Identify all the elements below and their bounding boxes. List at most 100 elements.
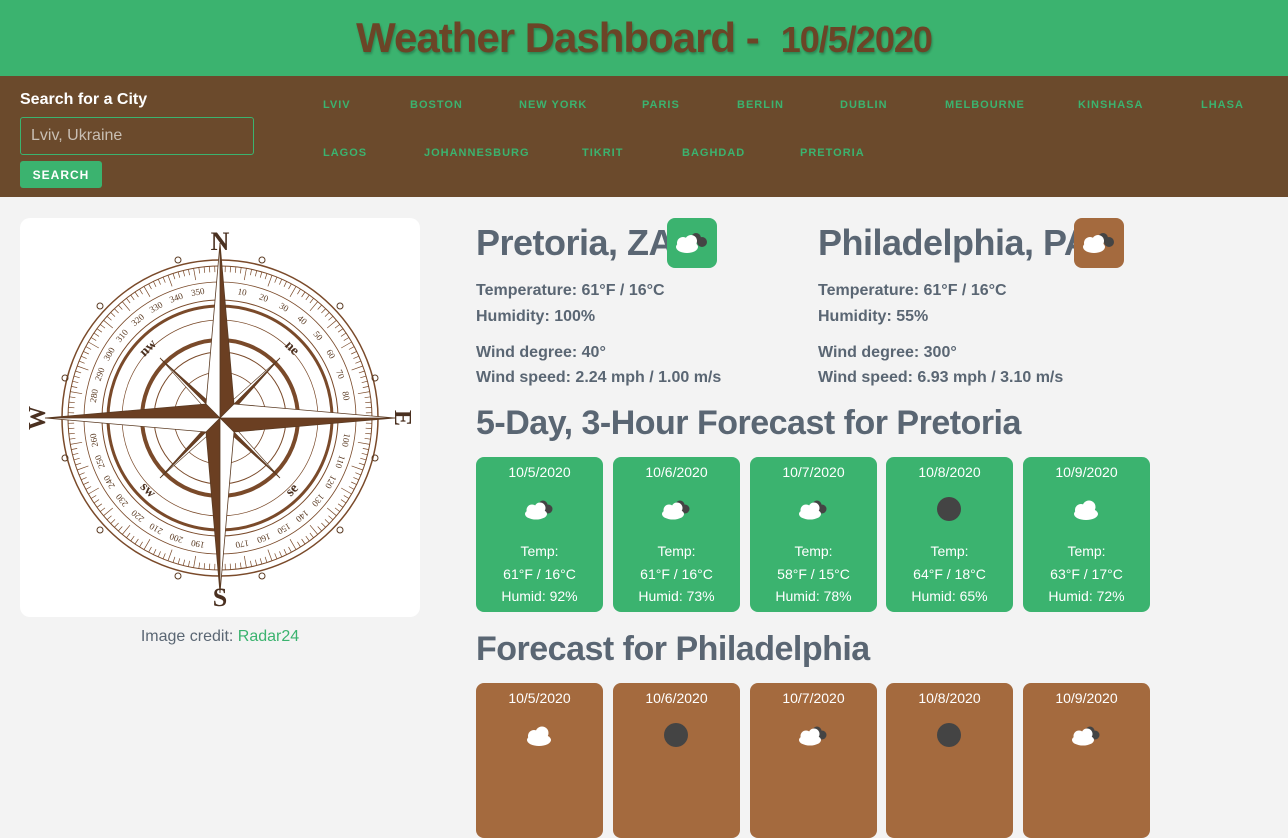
compass-tick [107,316,112,320]
compass-tick [338,504,343,508]
dark-circle-icon [929,495,969,525]
compass-tick [297,542,300,547]
compass-tick [360,376,366,378]
compass-tick [144,539,150,549]
forecast-card-philadelphia-1: 10/5/2020 [476,683,603,838]
compass-tick [250,269,251,275]
forecast-card-pretoria-4: 10/8/2020 Temp: 64°F / 18°C Humid: 65% [886,457,1013,612]
compass-tick [75,371,81,373]
cloudy-icon [1074,218,1124,268]
forecast-temp: 63°F / 17°C [1023,566,1150,582]
search-nav-bar: Search for a City SEARCH LVIV BOSTON NEW… [0,76,1288,197]
compass-tick [199,563,200,569]
forecast-date: 10/8/2020 [886,690,1013,706]
image-credit-prefix: Image credit: [141,628,233,645]
compass-tick [302,292,305,297]
compass-tick [70,397,76,398]
compass-tick [71,448,77,449]
city-link-baghdad[interactable]: BAGHDAD [682,147,745,159]
city-link-johannesburg[interactable]: JOHANNESBURG [424,147,530,159]
compass-tick [178,558,180,564]
forecast-date: 10/6/2020 [613,464,740,480]
forecast-temp: 61°F / 16°C [476,566,603,582]
compass-tick [188,561,189,567]
city-link-dublin[interactable]: DUBLIN [840,99,888,111]
city-link-lviv[interactable]: LVIV [323,99,351,111]
compass-tick [302,539,305,544]
cloudy-icon [793,495,833,525]
compass-tick [94,333,99,336]
city-link-lagos[interactable]: LAGOS [323,147,367,159]
city-link-new-york[interactable]: NEW YORK [519,99,587,111]
compass-tick [265,273,267,279]
compass-tick [358,442,370,444]
compass-tick [97,504,102,508]
compass-tick [341,333,346,336]
compass-tick [341,500,346,503]
compass-tick [122,525,130,534]
current-wind-degree-pretoria: Wind degree: 40° [476,344,606,362]
compass-tick [74,458,80,460]
city-link-pretoria[interactable]: PRETORIA [800,147,865,159]
compass-tick [255,271,256,277]
city-link-melbourne[interactable]: MELBOURNE [945,99,1025,111]
forecast-card-pretoria-2: 10/6/2020 Temp: 61°F / 16°C Humid: 73% [613,457,740,612]
compass-degree-label: 250 [93,453,107,470]
compass-tick [240,563,241,569]
forecast-date: 10/9/2020 [1023,690,1150,706]
compass-tick [91,495,96,498]
forecast-date: 10/6/2020 [613,690,740,706]
compass-tick [349,347,354,350]
compass-tick [77,466,88,470]
compass-degree-label: 40 [296,313,310,327]
compass-tick [365,433,371,434]
compass-tick [344,338,349,341]
compass-tick [265,557,267,563]
forecast-card-philadelphia-5: 10/9/2020 [1023,683,1150,838]
compass-tick [360,458,366,460]
compass-tick [352,466,363,470]
compass-tick [310,525,318,534]
compass-degree-label: 10 [237,286,248,297]
compass-tick [335,324,340,328]
compass-tick [255,560,256,566]
compass-tick [240,268,241,274]
compass-tick [363,386,369,387]
compass-tick [88,342,98,348]
city-link-paris[interactable]: PARIS [642,99,680,111]
city-link-lhasa[interactable]: LHASA [1201,99,1244,111]
current-temperature-pretoria: Temperature: 61°F / 16°C [476,282,665,300]
image-credit-link[interactable]: Radar24 [238,628,299,645]
compass-tick [140,289,143,294]
compass-tick [158,551,160,557]
cloudy-icon [656,495,696,525]
compass-tick [365,402,371,403]
compass-tick [306,536,310,541]
city-link-kinshasa[interactable]: KINSHASA [1078,99,1143,111]
current-wind-speed-pretoria: Wind speed: 2.24 mph / 1.00 m/s [476,369,721,387]
city-link-boston[interactable]: BOSTON [410,99,463,111]
compass-tick [118,305,122,310]
city-link-berlin[interactable]: BERLIN [737,99,784,111]
compass-tick [168,550,172,561]
compass-tick [114,309,118,313]
page-title: Weather Dashboard -10/5/2020 [356,14,932,62]
compass-west-letter: W [25,406,51,430]
compass-tick [149,284,152,289]
search-button[interactable]: SEARCH [20,161,102,188]
compass-tick [140,542,143,547]
compass-tick [352,366,363,370]
city-link-tikrit[interactable]: TIKRIT [582,147,623,159]
compass-tick [163,553,165,559]
search-input[interactable] [20,117,254,155]
forecast-date: 10/5/2020 [476,690,603,706]
compass-degree-label: 260 [88,432,100,448]
compass-tick [131,295,135,300]
search-label: Search for a City [20,91,147,109]
compass-tick [131,536,135,541]
forecast-temp-label: Temp: [1023,543,1150,559]
compass-tick [70,392,82,394]
forecast-title-pretoria: 5-Day, 3-Hour Forecast for Pretoria [476,404,1021,443]
compass-tick [70,442,82,444]
compass-tick [355,361,361,363]
